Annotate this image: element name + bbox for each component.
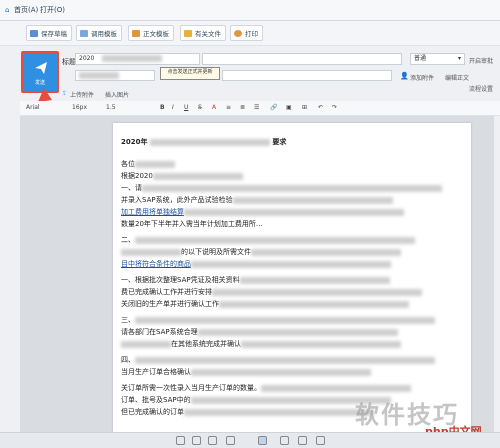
redacted-text xyxy=(79,72,119,79)
doc-line: 数量20年下半年并入需当年计划加工费用所… xyxy=(121,220,263,228)
doc-line: 一、请 xyxy=(121,183,442,193)
folder-icon xyxy=(184,30,192,37)
redo-icon[interactable]: ↷ xyxy=(332,103,337,113)
redacted-text xyxy=(149,138,270,146)
doc-line: 根据2020 xyxy=(121,171,243,181)
print-button[interactable]: 打印 xyxy=(230,25,263,41)
font-color-icon[interactable]: A xyxy=(212,103,216,113)
doc-heading: 2020年 要求 xyxy=(121,137,286,147)
use-template-button[interactable]: 调用模板 xyxy=(76,25,122,41)
doc-line: 的以下说明及所需文件 xyxy=(121,247,401,257)
document-page[interactable]: 2020年 要求 各位 根据2020 一、请 并录入SAP系统，此外产品试验检验… xyxy=(113,123,471,432)
print-label: 打印 xyxy=(245,30,258,38)
upload-icon[interactable]: ⇪ xyxy=(62,90,67,97)
doc-line: 三、 xyxy=(121,315,435,325)
save-draft-label: 保存草稿 xyxy=(41,30,67,38)
doc-line: 并录入SAP系统，此外产品试验检验 xyxy=(121,195,393,205)
use-template-label: 调用模板 xyxy=(91,30,117,38)
recipient-input[interactable] xyxy=(75,70,155,81)
title-value: 2020 xyxy=(79,55,95,62)
send-label: 发送 xyxy=(34,80,45,86)
document-icon xyxy=(132,30,140,37)
chevron-down-icon: ▾ xyxy=(457,55,461,62)
doc-heading-tail: 要求 xyxy=(272,138,287,146)
add-attachment-link[interactable]: 添加附件 xyxy=(410,73,434,82)
send-tooltip: 点击发送正式并更新 xyxy=(160,67,220,80)
body-template-button[interactable]: 正文模板 xyxy=(128,25,174,41)
doc-line: 请各部门在SAP系统合理 xyxy=(121,327,398,337)
menu-bar: ⌂ 首页(A) 打开(O) xyxy=(0,0,500,21)
print-icon xyxy=(234,30,242,37)
title-input[interactable]: 2020 xyxy=(75,53,200,65)
body-template-label: 正文模板 xyxy=(143,30,169,38)
table-icon[interactable]: ⊞ xyxy=(302,103,307,113)
send-button[interactable]: 发送 xyxy=(21,51,59,93)
doc-line: 四、 xyxy=(121,355,435,365)
doc-line: 订单、批号及SAP中的 xyxy=(121,395,391,405)
open-approval-link[interactable]: 开启审批 xyxy=(469,56,493,65)
line-height-select[interactable]: 1.5 xyxy=(106,103,116,113)
template-icon xyxy=(80,30,88,37)
document-area: 2020年 要求 各位 根据2020 一、请 并录入SAP系统，此外产品试验检验… xyxy=(20,116,494,432)
format-toolbar: Arial 16px 1.5 B I U S̶ A ≡ ≣ ☰ 🔗 ▣ ⊞ ↶ … xyxy=(20,101,500,116)
font-select[interactable]: Arial xyxy=(26,103,40,113)
toolbar: 保存草稿 调用模板 正文模板 有关文件 打印 xyxy=(0,21,500,46)
doc-line: 关闭旧的生产单并进行确认工作 xyxy=(121,299,409,309)
zoom-in-icon[interactable] xyxy=(316,436,325,445)
last-page-icon[interactable] xyxy=(298,436,307,445)
menu-open[interactable]: 打开(O) xyxy=(40,4,65,16)
home-icon[interactable]: ⌂ xyxy=(5,4,9,16)
doc-line: 但已完成确认的订单 xyxy=(121,407,374,417)
image-icon[interactable]: ▣ xyxy=(286,103,292,113)
strikethrough-icon[interactable]: S̶ xyxy=(198,103,202,113)
related-files-button[interactable]: 有关文件 xyxy=(180,25,226,41)
undo-icon[interactable]: ↶ xyxy=(318,103,323,113)
save-icon xyxy=(30,30,38,37)
doc-line: 加工费用将单独结算 xyxy=(121,207,404,217)
priority-value: 普通 xyxy=(414,55,427,62)
upload-attachment-link[interactable]: 上传附件 xyxy=(70,90,94,99)
priority-select[interactable]: 普通 ▾ xyxy=(410,53,465,65)
edit-body-link[interactable]: 编辑正文 xyxy=(445,73,469,82)
status-bar xyxy=(0,432,500,448)
zoom-out-icon[interactable] xyxy=(176,436,185,445)
insert-image-link[interactable]: 插入图片 xyxy=(105,90,129,99)
cc-input[interactable] xyxy=(222,70,392,81)
prev-page-icon[interactable] xyxy=(192,436,201,445)
underline-icon[interactable]: U xyxy=(184,103,188,113)
redacted-text xyxy=(102,55,163,62)
link-icon[interactable]: 🔗 xyxy=(270,103,277,113)
doc-line: 当月生产订单合格确认 xyxy=(121,367,371,377)
next-page-icon[interactable] xyxy=(280,436,289,445)
align-left-icon[interactable]: ≡ xyxy=(226,103,231,113)
workflow-settings-link[interactable]: 流程设置 xyxy=(469,84,493,93)
title-label: 标题 xyxy=(62,58,76,66)
doc-heading-text: 2020年 xyxy=(121,138,148,146)
paper-plane-icon xyxy=(35,62,47,74)
italic-icon[interactable]: I xyxy=(172,103,174,113)
doc-line: 一、根据批次整理SAP凭证及相关资料 xyxy=(121,275,390,285)
doc-line: 在其他系统完成并确认 xyxy=(121,339,401,349)
font-size-select[interactable]: 16px xyxy=(72,103,87,113)
list-icon[interactable]: ☰ xyxy=(254,103,259,113)
doc-line: 费已完成确认工作并进行安排 xyxy=(121,287,422,297)
fit-width-icon[interactable] xyxy=(258,436,267,445)
doc-line: 各位 xyxy=(121,159,175,169)
doc-line: 二、 xyxy=(121,235,415,245)
save-draft-button[interactable]: 保存草稿 xyxy=(26,25,72,41)
align-center-icon[interactable]: ≣ xyxy=(240,103,245,113)
first-page-icon[interactable] xyxy=(208,436,217,445)
menu-home[interactable]: 首页(A) xyxy=(14,4,38,16)
user-icon[interactable]: 👤 xyxy=(400,72,409,80)
related-files-label: 有关文件 xyxy=(195,30,221,38)
page-view-icon[interactable] xyxy=(226,436,235,445)
doc-line: 关订单所需一次性录入当月生产订单的数量。 xyxy=(121,383,411,393)
title-suffix-input[interactable] xyxy=(202,53,402,65)
bold-icon[interactable]: B xyxy=(160,103,165,113)
doc-line: 目中将符合条件的商品 xyxy=(121,259,391,269)
